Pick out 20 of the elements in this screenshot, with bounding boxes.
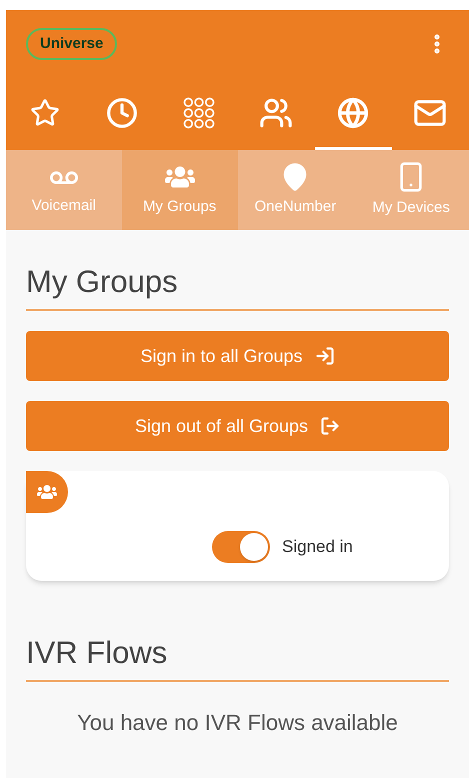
sign-out-icon <box>320 416 340 436</box>
dialpad-icon <box>182 96 215 128</box>
sub-tab[interactable]: Voicemail <box>6 150 122 230</box>
sub-tab[interactable]: My Groups <box>122 150 238 230</box>
globe-icon <box>337 96 370 128</box>
account-badge[interactable]: Universe <box>26 28 118 60</box>
signed-in-toggle[interactable] <box>212 531 270 563</box>
empty-state-text: You have no IVR Flows available <box>76 709 399 737</box>
sub-tab[interactable]: OneNumber <box>238 150 354 230</box>
toggle-label: Signed in <box>282 536 353 558</box>
clock-icon <box>106 96 138 128</box>
group-icon <box>37 482 57 502</box>
people-icon <box>259 96 294 130</box>
sign-out-button[interactable]: Sign out of all Groups <box>26 401 449 451</box>
section-title: My Groups <box>26 266 449 311</box>
section-title: IVR Flows <box>26 637 449 682</box>
sub-tab[interactable]: My Devices <box>353 150 469 230</box>
sign-in-icon <box>314 346 335 366</box>
sign-in-button[interactable]: Sign in to all Groups <box>26 331 449 381</box>
star-icon <box>30 98 60 128</box>
